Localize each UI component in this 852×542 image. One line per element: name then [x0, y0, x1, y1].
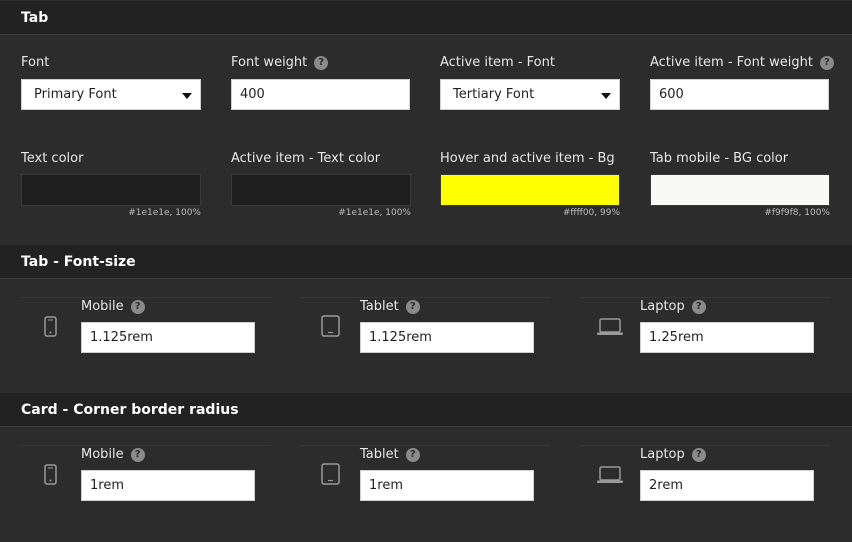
- section-header-tab: Tab: [0, 1, 852, 35]
- section-title: Tab - Font-size: [21, 253, 136, 270]
- help-icon[interactable]: ?: [130, 447, 145, 462]
- active-font-label: Active item - Font: [440, 55, 555, 70]
- hover-bg-value: #ffff00, 99%: [562, 208, 620, 218]
- radius-mobile-input[interactable]: 1rem: [81, 470, 255, 501]
- divider: [21, 297, 271, 298]
- font-size-tablet-label: Tablet ?: [360, 299, 420, 314]
- divider: [300, 445, 550, 446]
- radius-tablet-label: Tablet ?: [360, 447, 420, 462]
- active-text-color-label: Active item - Text color: [231, 151, 381, 166]
- laptop-icon: [597, 318, 623, 335]
- divider: [21, 445, 271, 446]
- font-weight-input[interactable]: 400: [231, 79, 410, 110]
- section-title: Card - Corner border radius: [21, 401, 239, 418]
- active-text-color-swatch[interactable]: [231, 174, 411, 206]
- font-size-laptop-label: Laptop ?: [640, 299, 706, 314]
- divider: [580, 297, 830, 298]
- chevron-down-icon: [182, 93, 192, 99]
- chevron-down-icon: [601, 93, 611, 99]
- radius-tablet-input[interactable]: 1rem: [360, 470, 534, 501]
- active-font-weight-label: Active item - Font weight ?: [650, 55, 834, 70]
- radius-laptop-label: Laptop ?: [640, 447, 706, 462]
- font-size-laptop-input[interactable]: 1.25rem: [640, 322, 814, 353]
- help-icon[interactable]: ?: [819, 55, 834, 70]
- text-color-label: Text color: [21, 151, 84, 166]
- help-icon[interactable]: ?: [314, 55, 329, 70]
- text-color-value: #1e1e1e, 100%: [128, 208, 201, 218]
- divider: [580, 445, 830, 446]
- font-select[interactable]: Primary Font: [21, 79, 201, 110]
- mobile-icon: [44, 464, 57, 485]
- font-size-mobile-input[interactable]: 1.125rem: [81, 322, 255, 353]
- hover-bg-label: Hover and active item - Bg: [440, 151, 615, 166]
- help-icon[interactable]: ?: [130, 299, 145, 314]
- divider: [300, 297, 550, 298]
- mobile-bg-value: #f9f9f8, 100%: [764, 208, 830, 218]
- help-icon[interactable]: ?: [405, 299, 420, 314]
- radius-mobile-label: Mobile ?: [81, 447, 145, 462]
- active-font-select[interactable]: Tertiary Font: [440, 79, 620, 110]
- tablet-icon: [321, 315, 340, 337]
- font-label: Font: [21, 55, 50, 70]
- mobile-bg-label: Tab mobile - BG color: [650, 151, 789, 166]
- laptop-icon: [597, 466, 623, 483]
- text-color-swatch[interactable]: [21, 174, 201, 206]
- font-weight-label: Font weight ?: [231, 55, 329, 70]
- section-header-font-size: Tab - Font-size: [0, 245, 852, 279]
- section-title: Tab: [21, 9, 49, 26]
- font-size-mobile-label: Mobile ?: [81, 299, 145, 314]
- help-icon[interactable]: ?: [405, 447, 420, 462]
- font-size-tablet-input[interactable]: 1.125rem: [360, 322, 534, 353]
- section-header-border-radius: Card - Corner border radius: [0, 393, 852, 427]
- active-font-weight-input[interactable]: 600: [650, 79, 829, 110]
- mobile-bg-swatch[interactable]: [650, 174, 830, 206]
- radius-laptop-input[interactable]: 2rem: [640, 470, 814, 501]
- hover-bg-swatch[interactable]: [440, 174, 620, 206]
- help-icon[interactable]: ?: [691, 299, 706, 314]
- active-text-color-value: #1e1e1e, 100%: [338, 208, 411, 218]
- help-icon[interactable]: ?: [691, 447, 706, 462]
- tablet-icon: [321, 463, 340, 485]
- mobile-icon: [44, 316, 57, 337]
